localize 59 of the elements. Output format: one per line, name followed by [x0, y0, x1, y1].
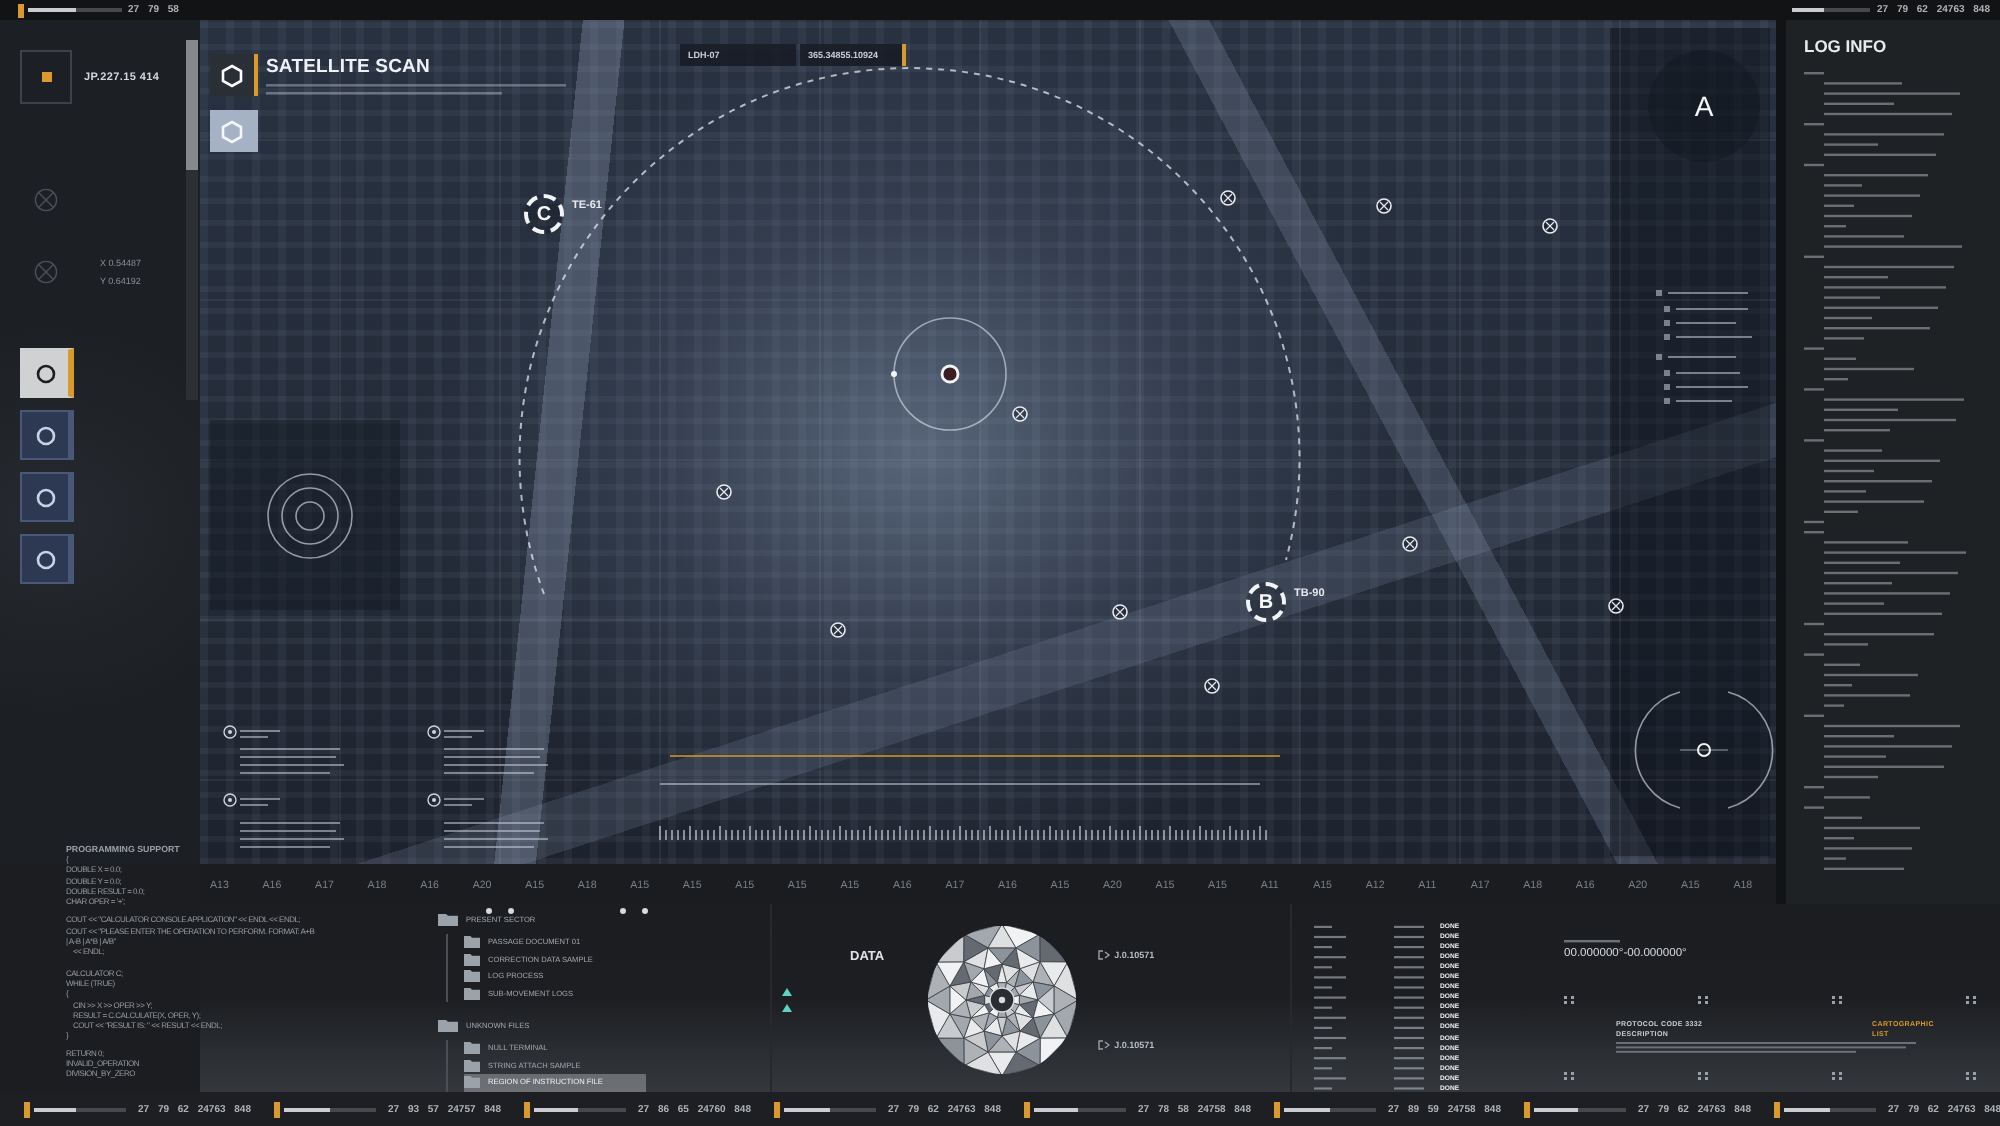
- target-marker-icon: [1376, 198, 1392, 214]
- status-marker-icon: [524, 1101, 530, 1117]
- target-marker-icon: [1112, 604, 1128, 620]
- corner-mark-icon: [1832, 996, 1842, 1004]
- circle-icon: [35, 487, 55, 507]
- panel-title: LOG INFO: [1804, 36, 1887, 56]
- map-marker[interactable]: C: [524, 194, 564, 234]
- target-marker-icon: [1402, 536, 1418, 552]
- target-marker-icon: [1204, 678, 1220, 694]
- corner-mark-icon: [1564, 996, 1574, 1004]
- status-marker-icon: [1274, 1101, 1280, 1117]
- scrollbar[interactable]: [186, 40, 198, 400]
- status-marker-icon: [1024, 1101, 1030, 1117]
- map-marker[interactable]: A: [1648, 50, 1760, 162]
- bracket-icon: [1098, 1039, 1111, 1049]
- status-marker-icon: [18, 3, 24, 17]
- crosshair-icon: [1634, 691, 1774, 809]
- square-target-icon: [20, 50, 72, 104]
- corner-mark-icon: [1564, 1072, 1574, 1080]
- dot-icon: [508, 908, 514, 914]
- target-reticle-icon: [891, 317, 1007, 431]
- scan-mode-button[interactable]: [210, 54, 258, 96]
- tool-button[interactable]: [20, 410, 74, 460]
- radar-icon: [210, 420, 400, 610]
- circle-icon: [35, 549, 55, 569]
- target-marker-icon: [1608, 598, 1624, 614]
- target-marker-icon: [223, 793, 237, 807]
- circle-icon: [35, 363, 55, 383]
- target-marker-icon: [1542, 218, 1558, 234]
- hexagon-icon: [220, 119, 244, 143]
- target-marker-icon: [427, 725, 441, 739]
- target-marker-icon: [223, 725, 237, 739]
- corner-mark-icon: [1966, 996, 1976, 1004]
- corner-mark-icon: [1832, 1072, 1842, 1080]
- target-marker-icon: [1012, 406, 1028, 422]
- status-marker-icon: [274, 1101, 280, 1117]
- target-marker-icon: [1220, 190, 1236, 206]
- dot-icon: [486, 908, 492, 914]
- status-marker-icon: [774, 1101, 780, 1117]
- crosshair-icon: [34, 260, 58, 284]
- status-marker-icon: [1524, 1101, 1530, 1117]
- corner-mark-icon: [1698, 996, 1708, 1004]
- circle-icon: [35, 425, 55, 445]
- map-title: SATELLITE SCAN: [266, 56, 432, 78]
- tool-button[interactable]: [20, 472, 74, 522]
- target-marker-icon: [716, 484, 732, 500]
- status-marker-icon: [24, 1101, 30, 1117]
- map-marker[interactable]: B: [1246, 582, 1286, 622]
- hexagon-icon: [220, 63, 244, 87]
- corner-mark-icon: [1698, 1072, 1708, 1080]
- dot-icon: [642, 908, 648, 914]
- tool-button[interactable]: [20, 534, 74, 584]
- target-marker-icon: [830, 622, 846, 638]
- bracket-icon: [1098, 949, 1111, 959]
- status-marker-icon: [1774, 1101, 1780, 1117]
- target-marker-icon: [427, 793, 441, 807]
- crosshair-icon: [34, 188, 58, 212]
- corner-mark-icon: [1966, 1072, 1976, 1080]
- dot-icon: [620, 908, 626, 914]
